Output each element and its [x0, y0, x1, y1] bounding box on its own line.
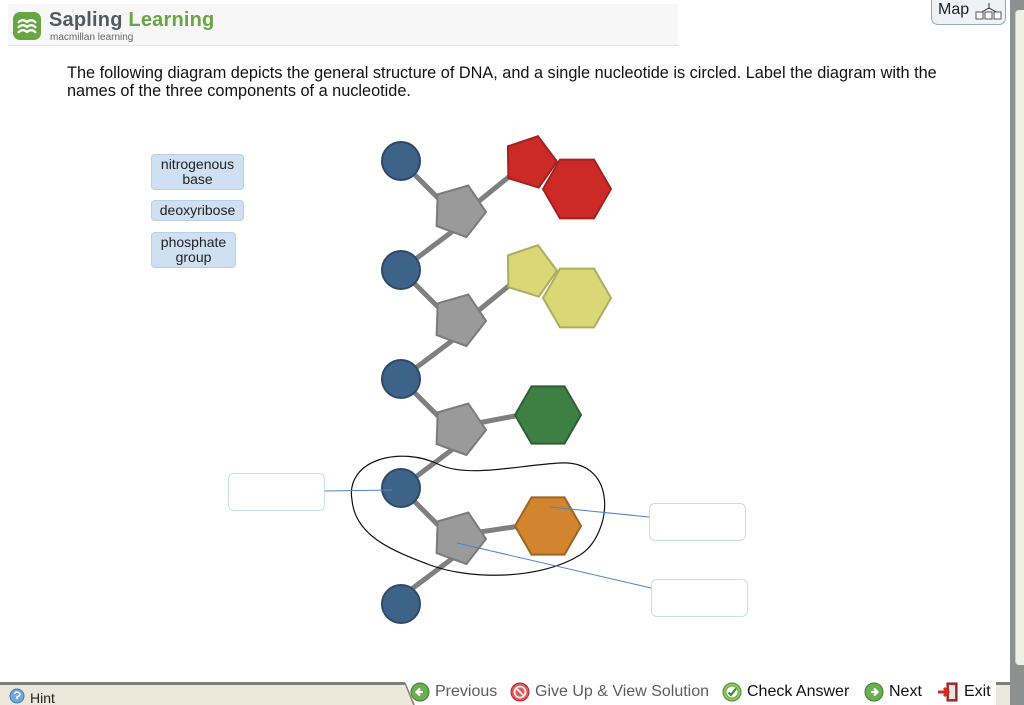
arrow-left-icon	[410, 682, 430, 702]
hint-tab[interactable]	[0, 682, 405, 705]
nitrogenous-base	[513, 496, 583, 556]
dna-diagram	[324, 135, 652, 624]
drop-target-base[interactable]	[649, 503, 746, 541]
previous-label: Previous	[435, 683, 498, 700]
deoxyribose-sugar	[435, 402, 488, 457]
deoxyribose-sugar	[435, 293, 488, 348]
phosphate-group	[381, 141, 421, 181]
phosphate-group	[381, 468, 421, 508]
check-answer-button[interactable]: Check Answer	[722, 682, 849, 702]
check-icon	[722, 682, 742, 702]
exit-button[interactable]: Exit	[937, 682, 991, 702]
arrow-right-icon	[864, 682, 884, 702]
phosphate-group	[381, 359, 421, 399]
check-answer-label: Check Answer	[747, 683, 850, 700]
drop-target-phosphate[interactable]	[228, 473, 325, 511]
next-button[interactable]: Next	[864, 682, 922, 702]
give-up-button[interactable]: Give Up & View Solution	[510, 682, 709, 702]
previous-button[interactable]: Previous	[410, 682, 497, 702]
give-up-label: Give Up & View Solution	[535, 683, 710, 700]
phosphate-group	[381, 584, 421, 624]
footer-tab-right	[996, 682, 1010, 705]
deoxyribose-sugar	[435, 511, 488, 566]
next-label: Next	[889, 683, 922, 700]
drop-target-sugar[interactable]	[651, 579, 748, 617]
phosphate-group	[381, 250, 421, 290]
deoxyribose-sugar	[435, 184, 488, 239]
hint-bulb-icon	[9, 688, 25, 704]
exit-door-icon	[938, 682, 958, 702]
nitrogenous-base	[513, 385, 583, 445]
exit-label: Exit	[964, 683, 991, 700]
give-up-icon	[510, 682, 530, 702]
hint-button[interactable]: Hint	[30, 690, 55, 705]
